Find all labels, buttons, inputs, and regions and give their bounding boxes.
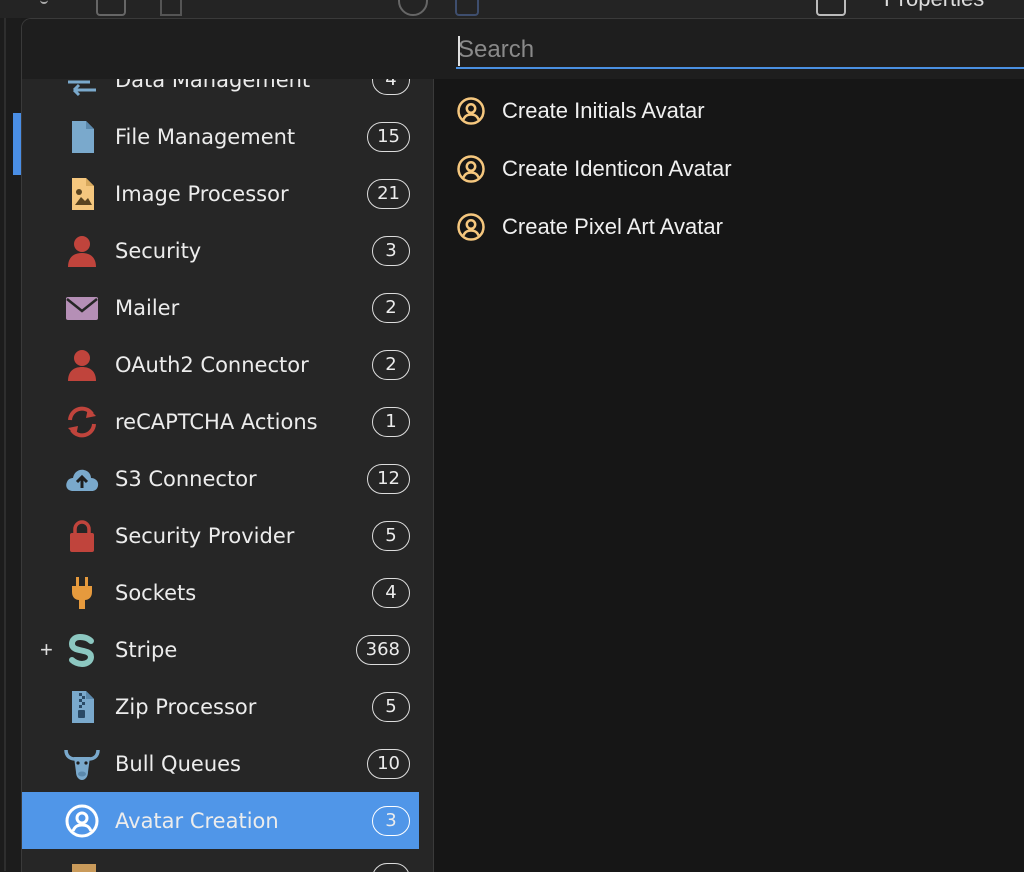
- category-item-stripe[interactable]: + Stripe 368: [22, 621, 419, 678]
- toolbar-icon[interactable]: [160, 0, 182, 16]
- action-label: Create Identicon Avatar: [502, 156, 732, 182]
- count-badge: 21: [367, 179, 410, 209]
- top-toolbar: Properties: [0, 0, 1024, 18]
- search-bar: [22, 19, 1024, 80]
- divider: [4, 18, 6, 871]
- count-badge: 2: [372, 293, 410, 323]
- category-item-zip-processor[interactable]: Zip Processor 5: [22, 678, 419, 735]
- category-label: Security: [115, 239, 201, 263]
- plug-icon: [64, 575, 100, 611]
- count-badge: 2: [372, 350, 410, 380]
- bull-icon: [64, 746, 100, 782]
- category-label: reCAPTCHA Actions: [115, 410, 318, 434]
- category-item-sockets[interactable]: Sockets 4: [22, 564, 419, 621]
- category-label: OAuth2 Connector: [115, 353, 309, 377]
- user-circle-icon: [64, 803, 100, 839]
- toolbar-icon[interactable]: [455, 0, 479, 16]
- category-item-security-provider[interactable]: Security Provider 5: [22, 507, 419, 564]
- expand-toggle[interactable]: +: [40, 637, 54, 663]
- action-create-identicon-avatar[interactable]: Create Identicon Avatar: [456, 149, 732, 189]
- category-item-avatar-creation[interactable]: Avatar Creation 3: [22, 792, 419, 849]
- toolbar-icon[interactable]: [40, 0, 48, 4]
- category-item-data-management[interactable]: Data Management 4: [22, 79, 419, 108]
- active-marker: [13, 113, 21, 175]
- count-badge: 1: [372, 407, 410, 437]
- category-label: Security Provider: [115, 524, 294, 548]
- count-badge: 4: [372, 79, 410, 95]
- category-item-recaptcha-actions[interactable]: reCAPTCHA Actions 1: [22, 393, 419, 450]
- action-label: Create Initials Avatar: [502, 98, 705, 124]
- folder-icon: [64, 860, 100, 872]
- category-item-image-processor[interactable]: Image Processor 21: [22, 165, 419, 222]
- category-label: Bull Queues: [115, 752, 241, 776]
- import-icon[interactable]: [816, 0, 846, 16]
- count-badge: 12: [367, 464, 410, 494]
- file-icon: [64, 119, 100, 155]
- category-item-s3-connector[interactable]: S3 Connector 12: [22, 450, 419, 507]
- count-badge: 4: [372, 578, 410, 608]
- count-badge: 15: [367, 122, 410, 152]
- category-item-oauth2-connector[interactable]: OAuth2 Connector 2: [22, 336, 419, 393]
- category-item-bull-queues[interactable]: Bull Queues 10: [22, 735, 419, 792]
- user-icon: [64, 347, 100, 383]
- count-badge: 5: [372, 521, 410, 551]
- count-badge: 10: [367, 749, 410, 779]
- circle-icon[interactable]: [398, 0, 428, 16]
- cloud-upload-icon: [64, 461, 100, 497]
- data-management-icon: [64, 79, 100, 98]
- user-icon: [64, 233, 100, 269]
- category-item-security[interactable]: Security 3: [22, 222, 419, 279]
- category-label: Stripe: [115, 638, 177, 662]
- image-file-icon: [64, 176, 100, 212]
- count-badge: 3: [372, 806, 410, 836]
- refresh-icon: [64, 404, 100, 440]
- category-label: Zip Processor: [115, 695, 256, 719]
- copy-icon[interactable]: [96, 0, 126, 16]
- user-circle-icon: [456, 96, 486, 126]
- lock-icon: [64, 518, 100, 554]
- properties-label[interactable]: Properties: [884, 0, 984, 12]
- user-circle-icon: [456, 212, 486, 242]
- action-label: Create Pixel Art Avatar: [502, 214, 723, 240]
- category-label: Mailer: [115, 296, 179, 320]
- category-item-next[interactable]: [22, 849, 419, 872]
- count-badge: 368: [356, 635, 410, 665]
- background-panel-edge: [0, 18, 21, 871]
- category-item-file-management[interactable]: File Management 15: [22, 108, 419, 165]
- category-label: Avatar Creation: [115, 809, 279, 833]
- category-label: Sockets: [115, 581, 196, 605]
- action-picker-popup: Data Management 4 File Management 15 Ima…: [21, 18, 1024, 872]
- text-caret: [458, 36, 460, 66]
- user-circle-icon: [456, 154, 486, 184]
- category-label: Image Processor: [115, 182, 289, 206]
- count-badge: 5: [372, 692, 410, 722]
- category-label: Data Management: [115, 79, 310, 92]
- envelope-icon: [64, 290, 100, 326]
- stripe-icon: [64, 632, 100, 668]
- category-label: S3 Connector: [115, 467, 257, 491]
- action-create-pixel-art-avatar[interactable]: Create Pixel Art Avatar: [456, 207, 723, 247]
- category-label: File Management: [115, 125, 295, 149]
- count-badge: 3: [372, 236, 410, 266]
- action-create-initials-avatar[interactable]: Create Initials Avatar: [456, 91, 705, 131]
- category-item-mailer[interactable]: Mailer 2: [22, 279, 419, 336]
- search-input[interactable]: [456, 33, 1024, 69]
- action-list: Create Initials Avatar Create Identicon …: [434, 79, 1024, 872]
- category-sidebar: Data Management 4 File Management 15 Ima…: [22, 79, 434, 872]
- zip-file-icon: [64, 689, 100, 725]
